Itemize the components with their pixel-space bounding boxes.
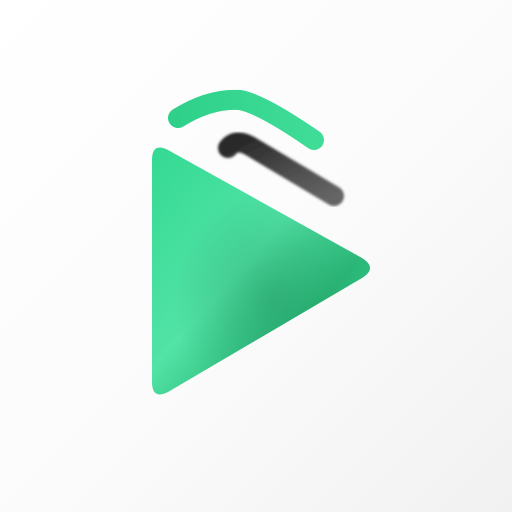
dark-bar-icon — [218, 132, 344, 206]
play-triangle-shade-icon — [152, 147, 370, 395]
play-triangle-logo-icon — [152, 89, 370, 395]
app-icon-canvas — [0, 0, 512, 512]
